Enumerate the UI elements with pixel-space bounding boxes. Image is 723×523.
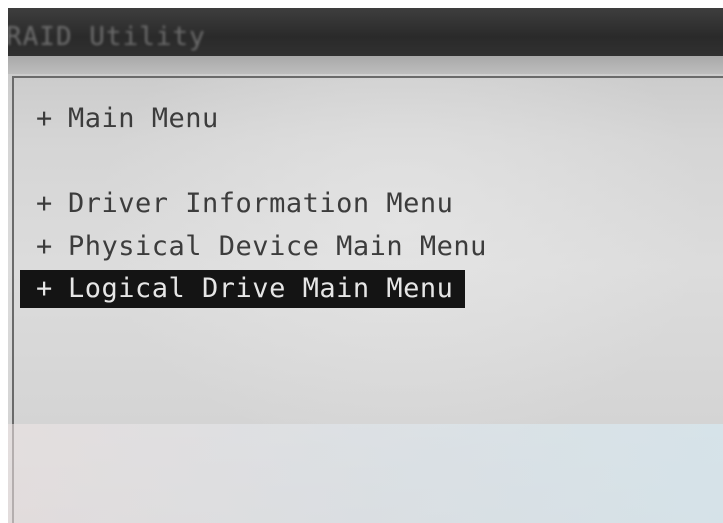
expand-plus-icon: +: [36, 188, 53, 219]
expand-plus-icon: +: [36, 231, 53, 262]
bios-screen: RAID Utility + Main Menu + Driver Informat…: [0, 0, 723, 523]
menu-item-label: Logical Drive Main Menu: [68, 273, 454, 304]
menu-item-label: Physical Device Main Menu: [68, 231, 487, 262]
expand-plus-icon: +: [36, 273, 53, 304]
menu-item-logical-drive[interactable]: + Logical Drive Main Menu: [20, 270, 465, 308]
menu-item-label: Driver Information Menu: [68, 188, 454, 219]
panel-top-edge: [8, 56, 723, 74]
menu-item-main-menu[interactable]: + Main Menu: [20, 100, 225, 138]
menu-item-driver-information[interactable]: + Driver Information Menu: [20, 185, 459, 223]
menu-item-physical-device[interactable]: + Physical Device Main Menu: [20, 228, 493, 266]
window-title: RAID Utility: [8, 22, 206, 52]
menu-panel: + Main Menu + Driver Information Menu + Phy…: [8, 56, 723, 523]
screen-glare: [8, 424, 723, 523]
title-bar: RAID Utility: [8, 8, 723, 56]
expand-plus-icon: +: [36, 103, 53, 134]
menu-item-label: Main Menu: [68, 103, 219, 134]
